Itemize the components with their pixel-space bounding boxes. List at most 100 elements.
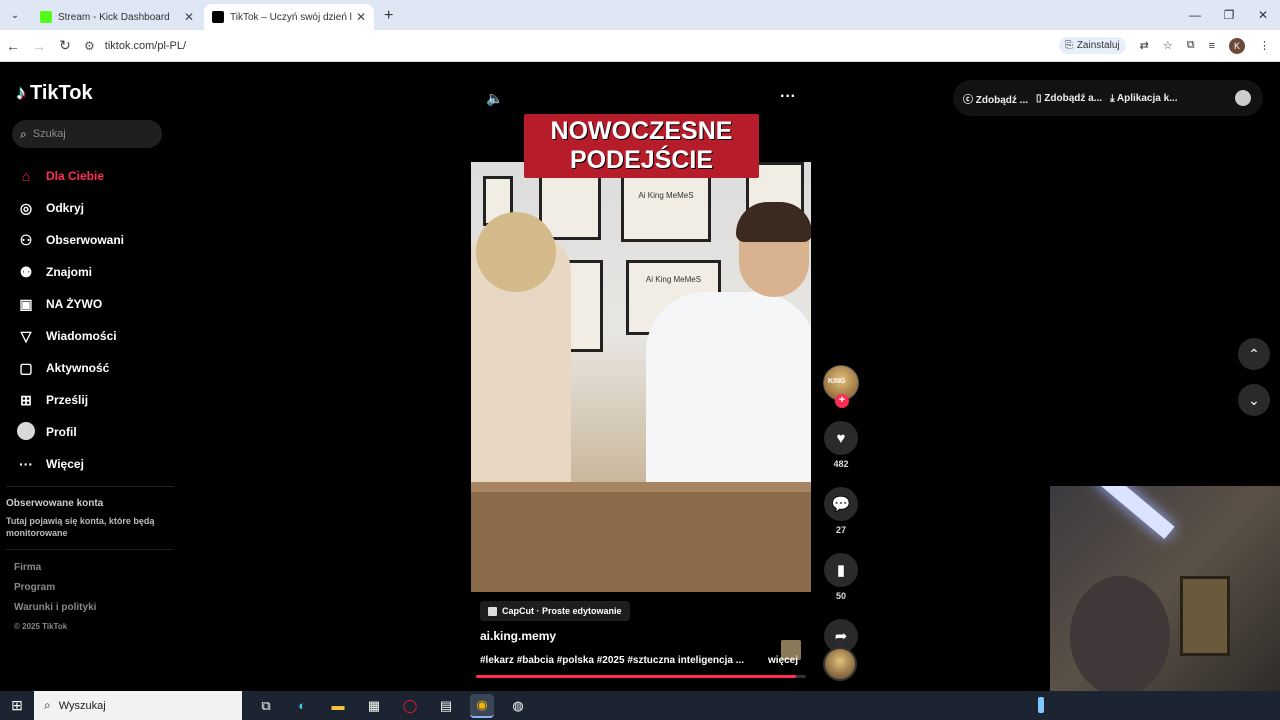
back-icon[interactable]: ← xyxy=(0,38,26,54)
tab-title: TikTok – Uczyń swój dzień lepsz xyxy=(230,11,352,23)
obs-icon[interactable]: ◍ xyxy=(506,694,530,718)
more-options-icon[interactable]: ··· xyxy=(780,88,796,106)
tiktok-logo[interactable]: ♪ TikTok xyxy=(16,82,93,105)
footer-link-program[interactable]: Program xyxy=(14,582,96,602)
next-video-button[interactable]: ⌄ xyxy=(1238,384,1270,416)
action-column: KING + ♥ 482 💬 27 ▮ 50 ➦ 375 xyxy=(822,365,860,667)
sidebar-item-znajomi[interactable]: ⚉ Znajomi xyxy=(16,256,124,288)
capcut-label: CapCut · Proste edytowanie xyxy=(502,606,622,616)
close-tab-icon[interactable]: ✕ xyxy=(356,10,366,24)
comment-icon: 💬 xyxy=(831,496,851,513)
save-button[interactable]: ▮ xyxy=(824,553,858,587)
bookmark-star-icon[interactable]: ☆ xyxy=(1163,39,1173,52)
extensions-icon[interactable]: ⧉ xyxy=(1187,39,1195,52)
comment-count: 27 xyxy=(835,525,846,535)
tab-search-button[interactable]: ⌄ xyxy=(4,4,26,26)
sidebar-item-odkryj[interactable]: ◎ Odkryj xyxy=(16,192,124,224)
taskbar-search-placeholder: Wyszukaj xyxy=(58,699,106,712)
windows-taskbar: ⊞ ⌕ Wyszukaj ⧉ ◐ ▬ ▦ ◯ ▤ ◉ ◍ xyxy=(0,691,1280,720)
sidebar-item-wiecej[interactable]: ··· Więcej xyxy=(16,448,124,480)
heart-icon: ♥ xyxy=(836,429,846,447)
followed-accounts-text: Tutaj pojawią się konta, które będą moni… xyxy=(6,516,155,538)
sidebar-item-profil[interactable]: Profil xyxy=(16,416,124,448)
file-explorer-icon[interactable]: ▬ xyxy=(326,694,350,718)
browser-menu-icon[interactable]: ⋮ xyxy=(1259,39,1270,52)
translate-icon[interactable]: ⇄ xyxy=(1140,39,1149,52)
divider xyxy=(6,549,174,550)
restore-icon[interactable]: ❐ xyxy=(1212,0,1246,30)
patient-hair xyxy=(476,212,556,292)
volume-icon[interactable]: 🔈 xyxy=(486,90,503,107)
chrome-icon[interactable]: ◉ xyxy=(470,693,494,718)
app-icon[interactable]: ▤ xyxy=(434,694,458,718)
like-count: 482 xyxy=(833,459,849,469)
tab-kick-dashboard[interactable]: Stream - Kick Dashboard ✕ xyxy=(32,4,202,30)
chevron-up-icon: ⌃ xyxy=(1248,346,1260,362)
sidebar-item-label: Wiadomości xyxy=(46,329,117,343)
search-input[interactable]: ⌕ Szukaj xyxy=(12,120,162,148)
task-view-icon[interactable]: ⧉ xyxy=(254,694,278,718)
get-coins-button[interactable]: ⓒ Zdobądź ... xyxy=(963,91,1028,106)
tab-tiktok[interactable]: TikTok – Uczyń swój dzień lepsz ✕ xyxy=(204,4,374,30)
opera-icon[interactable]: ◯ xyxy=(398,694,422,718)
music-disc-avatar[interactable] xyxy=(823,647,857,681)
footer-link-firma[interactable]: Firma xyxy=(14,562,96,582)
sidebar-item-przeslij[interactable]: ⊞ Prześlij xyxy=(16,384,124,416)
minimize-icon[interactable]: — xyxy=(1178,0,1212,30)
sidebar-item-aktywnosc[interactable]: ▢ Aktywność xyxy=(16,352,124,384)
like-button[interactable]: ♥ xyxy=(824,421,858,455)
forward-icon[interactable]: → xyxy=(26,38,52,54)
bookmark-icon: ▮ xyxy=(836,562,846,579)
windows-start-icon[interactable]: ⊞ xyxy=(0,697,34,714)
desktop-app-button[interactable]: ⤓ Aplikacja k... xyxy=(1110,93,1177,104)
site-info-icon[interactable]: ⚙ xyxy=(84,39,95,53)
footer-link-warunki[interactable]: Warunki i polityki xyxy=(14,602,96,622)
video-progress-bar[interactable] xyxy=(476,675,806,678)
comment-button[interactable]: 💬 xyxy=(824,487,858,521)
url-field[interactable]: ⚙ tiktok.com/pl-PL/ xyxy=(84,34,1059,58)
user-follow-icon: ⚇ xyxy=(19,231,33,248)
more-description-button[interactable]: więcej xyxy=(768,655,798,666)
creator-avatar[interactable]: KING + xyxy=(823,365,859,408)
search-icon: ⌕ xyxy=(20,126,27,141)
video-username[interactable]: ai.king.memy xyxy=(480,629,556,643)
edge-icon[interactable]: ◐ xyxy=(290,694,314,718)
tray-thermometer-icon[interactable] xyxy=(1038,697,1044,713)
save-count: 50 xyxy=(835,591,846,601)
new-tab-button[interactable]: + xyxy=(384,7,393,25)
frame-text: Ai King MeMeS xyxy=(645,275,702,284)
profile-avatar[interactable]: K xyxy=(1229,37,1245,54)
install-icon: ⎘ xyxy=(1064,40,1073,51)
media-control-icon[interactable]: ≡ xyxy=(1209,40,1215,52)
sidebar-item-obserwowani[interactable]: ⚇ Obserwowani xyxy=(16,224,124,256)
sidebar-nav: ⌂ Dla Ciebie ◎ Odkryj ⚇ Obserwowani ⚉ Zn… xyxy=(16,160,124,480)
streamer-figure xyxy=(1070,576,1170,691)
compass-icon: ◎ xyxy=(19,199,33,216)
profile-avatar[interactable] xyxy=(1235,90,1251,106)
sidebar-item-wiadomosci[interactable]: ▽ Wiadomości xyxy=(16,320,124,352)
footer-links: Firma Program Warunki i polityki © 2025 … xyxy=(14,562,96,642)
video-player[interactable]: Ai King MeMeS Ai King MeMeS xyxy=(471,162,811,592)
video-hashtags[interactable]: #lekarz #babcia #polska #2025 #sztuczna … xyxy=(480,655,744,666)
url-text: tiktok.com/pl-PL/ xyxy=(104,39,187,52)
followed-accounts-heading: Obserwowane konta xyxy=(6,498,104,509)
sidebar-item-label: Znajomi xyxy=(46,265,93,279)
sidebar-item-dla-ciebie[interactable]: ⌂ Dla Ciebie xyxy=(16,160,124,192)
capcut-badge[interactable]: CapCut · Proste edytowanie xyxy=(480,601,630,621)
sidebar-item-na-zywo[interactable]: ▣ NA ŻYWO xyxy=(16,288,124,320)
live-tv-icon: ▣ xyxy=(19,295,33,312)
creator-badge-text: KING xyxy=(828,378,846,385)
sidebar-item-label: Odkryj xyxy=(46,201,85,215)
close-tab-icon[interactable]: ✕ xyxy=(184,10,194,24)
reload-icon[interactable]: ↻ xyxy=(52,37,78,54)
follow-plus-icon[interactable]: + xyxy=(835,394,849,408)
install-app-button[interactable]: ⎘ Zainstaluj xyxy=(1058,37,1126,54)
doctor-hair xyxy=(736,202,811,242)
sidebar-item-label: Więcej xyxy=(46,457,84,471)
get-app-button[interactable]: ▯ Zdobądź a... xyxy=(1036,93,1102,104)
previous-video-button[interactable]: ⌃ xyxy=(1238,338,1270,370)
taskbar-search-input[interactable]: ⌕ Wyszukaj xyxy=(34,691,242,720)
store-icon[interactable]: ▦ xyxy=(362,694,386,718)
pill-label: Aplikacja k... xyxy=(1116,92,1178,104)
close-window-icon[interactable]: ✕ xyxy=(1246,0,1280,30)
